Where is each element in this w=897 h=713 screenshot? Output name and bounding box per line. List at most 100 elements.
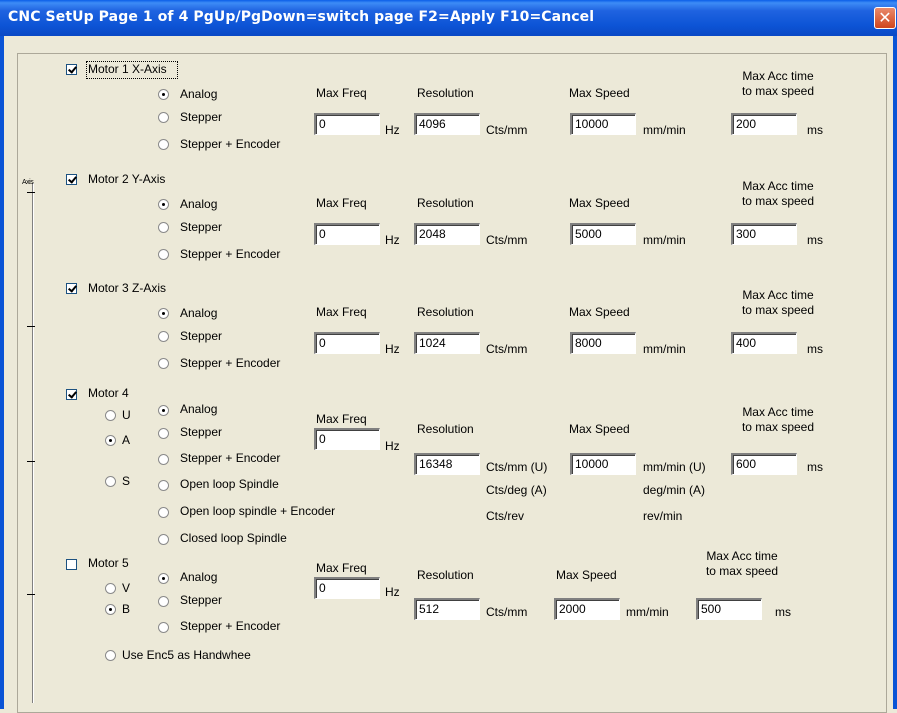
- motor-5-stepper-encoder-label: Stepper + Encoder: [180, 619, 281, 633]
- motor-5-resolution-input[interactable]: 512: [414, 598, 480, 620]
- motor-5-analog-label: Analog: [180, 570, 218, 584]
- motor-4-res-unit-u: Cts/mm (U): [486, 460, 548, 474]
- motor-3-stepper-label: Stepper: [180, 329, 223, 343]
- motor-4-max-speed-label: Max Speed: [569, 422, 630, 436]
- axis-slider-track[interactable]: [32, 183, 34, 703]
- motor-3-enable-checkbox[interactable]: [66, 283, 77, 294]
- motor-4-max-freq-input[interactable]: 0: [314, 428, 380, 450]
- motor-1-stepper-radio[interactable]: [158, 112, 169, 123]
- motor-4-open-loop-spindle-encoder-label: Open loop spindle + Encoder: [180, 504, 336, 518]
- motor-5-max-speed-input[interactable]: 2000: [554, 598, 620, 620]
- motor-1-enable-checkbox[interactable]: [66, 64, 77, 75]
- motor-4-stepper-encoder-radio[interactable]: [158, 454, 169, 465]
- motor-5-axis-v-label: V: [122, 581, 131, 595]
- motor-5-max-acc-label-line2: to max speed: [705, 564, 779, 578]
- motor-5-hz-unit: Hz: [385, 585, 400, 599]
- motor-4-speed-unit-a: deg/min (A): [643, 483, 706, 497]
- motor-2-max-acc-input[interactable]: 300: [731, 223, 797, 245]
- title-bar[interactable]: CNC SetUp Page 1 of 4 PgUp/PgDown=switch…: [0, 0, 897, 36]
- motor-3-label: Motor 3 Z-Axis: [88, 281, 167, 295]
- motor-5-label: Motor 5: [88, 556, 129, 570]
- motor-3-ms-unit: ms: [807, 342, 823, 356]
- motor-5-cts-mm-unit: Cts/mm: [486, 605, 528, 619]
- motor-2-max-acc-label-line1: Max Acc time: [742, 179, 814, 193]
- motor-4-axis-s-radio[interactable]: [105, 476, 116, 487]
- motor-5-resolution-label: Resolution: [417, 568, 474, 582]
- motor-2-resolution-label: Resolution: [417, 196, 474, 210]
- motor-2-hz-unit: Hz: [385, 233, 400, 247]
- motor-1-max-acc-label-line2: to max speed: [741, 84, 815, 98]
- motor-3-max-acc-label-line2: to max speed: [741, 303, 815, 317]
- motor-4-closed-loop-spindle-label: Closed loop Spindle: [180, 531, 287, 545]
- motor-1-analog-radio[interactable]: [158, 89, 169, 100]
- motor-4-enable-checkbox[interactable]: [66, 389, 77, 400]
- motor-2-resolution-input[interactable]: 2048: [414, 223, 480, 245]
- motor-4-stepper-encoder-label: Stepper + Encoder: [180, 451, 281, 465]
- motor-1-mm-min-unit: mm/min: [643, 123, 686, 137]
- motor-5-max-acc-input[interactable]: 500: [696, 598, 762, 620]
- motor-4-stepper-radio[interactable]: [158, 428, 169, 439]
- motor-5-max-freq-input[interactable]: 0: [314, 577, 380, 599]
- motor-4-open-loop-spindle-encoder-radio[interactable]: [158, 507, 169, 518]
- motor-3-resolution-input[interactable]: 1024: [414, 332, 480, 354]
- motor-5-handwheel-label: Use Enc5 as Handwhee: [122, 648, 251, 662]
- motor-4-closed-loop-spindle-radio[interactable]: [158, 534, 169, 545]
- motor-3-stepper-encoder-radio[interactable]: [158, 358, 169, 369]
- close-button[interactable]: ✕: [874, 7, 896, 29]
- motor-5-handwheel-radio[interactable]: [105, 650, 116, 661]
- motor-4-analog-radio[interactable]: [158, 405, 169, 416]
- motor-3-max-freq-input[interactable]: 0: [314, 332, 380, 354]
- motor-1-analog-label: Analog: [180, 87, 218, 101]
- motor-4-speed-unit-rev: rev/min: [643, 509, 683, 523]
- motor-4-max-acc-input[interactable]: 600: [731, 453, 797, 475]
- motor-1-stepper-encoder-radio[interactable]: [158, 139, 169, 150]
- motor-5-max-speed-label: Max Speed: [556, 568, 617, 582]
- motor-2-stepper-encoder-label: Stepper + Encoder: [180, 247, 281, 261]
- motor-5-enable-checkbox[interactable]: [66, 559, 77, 570]
- slider-tick: [27, 326, 35, 327]
- motor-4-res-unit-a: Cts/deg (A): [486, 483, 547, 497]
- motor-4-hz-unit: Hz: [385, 439, 400, 453]
- motor-3-analog-label: Analog: [180, 306, 218, 320]
- motor-3-max-freq-label: Max Freq: [316, 305, 367, 319]
- motor-4-max-speed-input[interactable]: 10000: [570, 453, 636, 475]
- motor-1-max-speed-input[interactable]: 10000: [570, 113, 636, 135]
- motor-4-axis-a-radio[interactable]: [105, 435, 116, 446]
- motor-1-max-acc-input[interactable]: 200: [731, 113, 797, 135]
- motor-5-axis-v-radio[interactable]: [105, 583, 116, 594]
- motor-2-analog-radio[interactable]: [158, 199, 169, 210]
- motor-3-max-acc-label-line1: Max Acc time: [742, 288, 814, 302]
- motor-5-analog-radio[interactable]: [158, 573, 169, 584]
- motor-2-max-freq-input[interactable]: 0: [314, 223, 380, 245]
- motor-4-resolution-label: Resolution: [417, 422, 474, 436]
- motor-2-enable-checkbox[interactable]: [66, 174, 77, 185]
- motor-2-label: Motor 2 Y-Axis: [88, 172, 166, 186]
- motor-2-max-speed-input[interactable]: 5000: [570, 223, 636, 245]
- motor-4-resolution-input[interactable]: 16348: [414, 453, 480, 475]
- motor-5-stepper-radio[interactable]: [158, 596, 169, 607]
- axis-slider-label: Axis: [22, 179, 34, 186]
- motor-3-analog-radio[interactable]: [158, 308, 169, 319]
- motor-3-max-acc-input[interactable]: 400: [731, 332, 797, 354]
- motor-4-open-loop-spindle-label: Open loop Spindle: [180, 477, 279, 491]
- motor-3-stepper-encoder-label: Stepper + Encoder: [180, 356, 281, 370]
- motor-5-axis-b-radio[interactable]: [105, 604, 116, 615]
- motor-1-max-freq-input[interactable]: 0: [314, 113, 380, 135]
- motor-4-label: Motor 4: [88, 386, 129, 400]
- motor-1-resolution-input[interactable]: 4096: [414, 113, 480, 135]
- motor-3-stepper-radio[interactable]: [158, 331, 169, 342]
- motor-2-stepper-encoder-radio[interactable]: [158, 249, 169, 260]
- motor-4-res-unit-rev: Cts/rev: [486, 509, 525, 523]
- motor-5-stepper-encoder-radio[interactable]: [158, 622, 169, 633]
- motor-4-open-loop-spindle-radio[interactable]: [158, 480, 169, 491]
- motor-5-ms-unit: ms: [775, 605, 791, 619]
- motor-2-cts-mm-unit: Cts/mm: [486, 233, 528, 247]
- motor-4-ms-unit: ms: [807, 460, 823, 474]
- motor-4-axis-a-label: A: [122, 433, 131, 447]
- motor-3-resolution-label: Resolution: [417, 305, 474, 319]
- motor-3-max-speed-input[interactable]: 8000: [570, 332, 636, 354]
- motor-3-mm-min-unit: mm/min: [643, 342, 686, 356]
- motor-4-axis-u-radio[interactable]: [105, 410, 116, 421]
- motor-3-max-speed-label: Max Speed: [569, 305, 630, 319]
- motor-2-stepper-radio[interactable]: [158, 222, 169, 233]
